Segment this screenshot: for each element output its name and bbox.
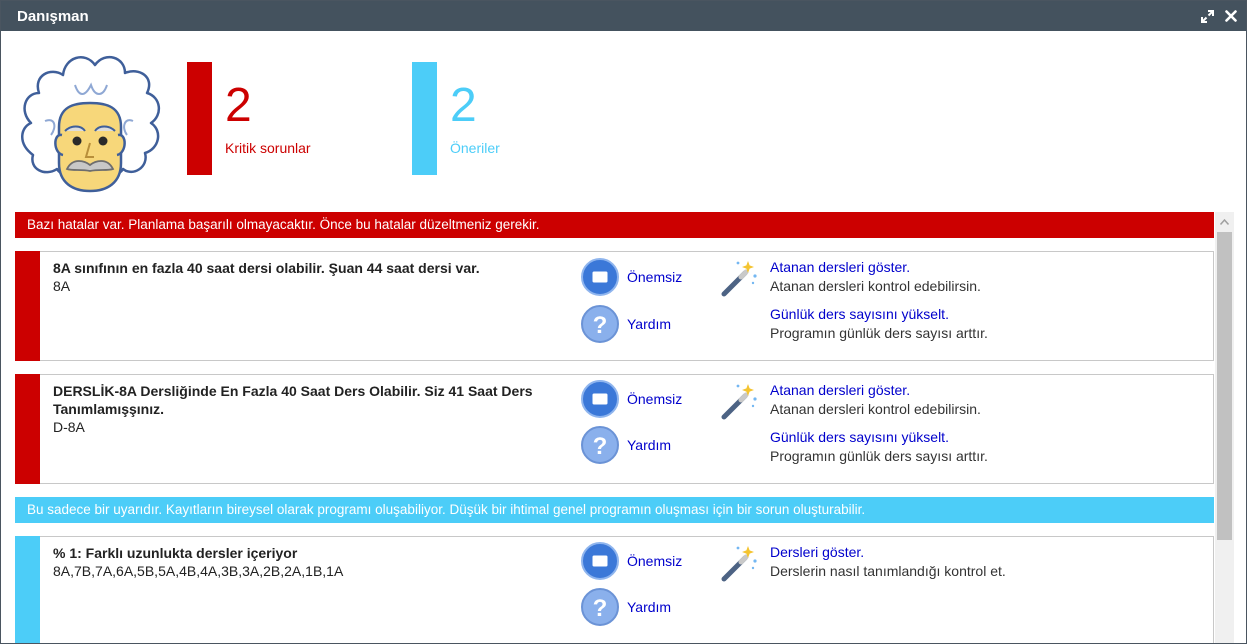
advisor-avatar bbox=[15, 45, 165, 195]
action-description: Atanan dersleri kontrol edebilirsin. bbox=[770, 401, 981, 417]
action-description: Derslerin nasıl tanımlandığı kontrol et. bbox=[770, 563, 1006, 579]
issue-title: DERSLİK-8A Dersliğinde En Fazla 40 Saat … bbox=[53, 383, 533, 417]
dismiss-icon bbox=[581, 380, 619, 418]
severity-bar bbox=[15, 251, 40, 361]
window-title: Danışman bbox=[17, 7, 89, 25]
critical-label: Kritik sorunlar bbox=[225, 140, 311, 156]
issue-detail: 8A,7B,7A,6A,5B,5A,4B,4A,3B,3A,2B,2A,1B,1… bbox=[53, 563, 344, 579]
error-banner: Bazı hatalar var. Planlama başarılı olma… bbox=[15, 212, 1214, 238]
warning-banner: Bu sadece bir uyarıdır. Kayıtların birey… bbox=[15, 497, 1214, 523]
issue-title: 8A sınıfının en fazla 40 saat dersi olab… bbox=[53, 260, 480, 276]
magic-wand-icon bbox=[718, 381, 758, 421]
issue-card: % 1: Farklı uzunlukta dersler içeriyor 8… bbox=[15, 536, 1214, 643]
help-label: Yardım bbox=[627, 316, 672, 332]
action-description: Programın günlük ders sayısı arttır. bbox=[770, 448, 988, 464]
magic-wand-icon bbox=[718, 258, 758, 298]
issue-detail: D-8A bbox=[53, 419, 85, 435]
vertical-scrollbar[interactable] bbox=[1215, 212, 1234, 643]
scroll-up-icon[interactable] bbox=[1215, 212, 1234, 231]
close-icon[interactable] bbox=[1224, 9, 1238, 23]
action-link[interactable]: Atanan dersleri göster. bbox=[770, 381, 1190, 400]
critical-bar bbox=[187, 62, 212, 175]
issue-card: 8A sınıfının en fazla 40 saat dersi olab… bbox=[15, 251, 1214, 361]
issue-title: % 1: Farklı uzunlukta dersler içeriyor bbox=[53, 545, 298, 561]
dismiss-button[interactable]: Önemsiz bbox=[581, 542, 682, 580]
dismiss-button[interactable]: Önemsiz bbox=[581, 380, 682, 418]
issue-detail: 8A bbox=[53, 278, 71, 294]
svg-text:?: ? bbox=[593, 595, 608, 620]
severity-bar bbox=[15, 374, 40, 484]
dismiss-label: Önemsiz bbox=[627, 269, 683, 285]
action-link[interactable]: Dersleri göster. bbox=[770, 543, 1190, 562]
help-button[interactable]: ? Yardım bbox=[581, 305, 671, 343]
advisor-window: Danışman 2 Kritik sorunlar 2 Öneriler Ba… bbox=[0, 0, 1247, 644]
summary-area: 2 Kritik sorunlar 2 Öneriler bbox=[1, 31, 1246, 211]
issues-content: Bazı hatalar var. Planlama başarılı olma… bbox=[15, 212, 1214, 643]
svg-text:?: ? bbox=[593, 433, 608, 458]
critical-count: 2 bbox=[225, 79, 252, 132]
expand-icon[interactable] bbox=[1200, 9, 1214, 23]
dismiss-label: Önemsiz bbox=[627, 391, 683, 407]
suggestions-label: Öneriler bbox=[450, 140, 500, 156]
action-link[interactable]: Günlük ders sayısını yükselt. bbox=[770, 428, 1190, 447]
scrollbar-thumb[interactable] bbox=[1217, 232, 1232, 540]
suggestions-bar bbox=[412, 62, 437, 175]
help-icon: ? bbox=[581, 305, 619, 343]
dismiss-button[interactable]: Önemsiz bbox=[581, 258, 682, 296]
action-link[interactable]: Atanan dersleri göster. bbox=[770, 258, 1190, 277]
svg-text:?: ? bbox=[593, 312, 608, 337]
severity-bar bbox=[15, 536, 40, 643]
title-bar: Danışman bbox=[1, 1, 1246, 31]
help-icon: ? bbox=[581, 426, 619, 464]
help-button[interactable]: ? Yardım bbox=[581, 588, 671, 626]
help-button[interactable]: ? Yardım bbox=[581, 426, 671, 464]
help-label: Yardım bbox=[627, 599, 672, 615]
issue-card: DERSLİK-8A Dersliğinde En Fazla 40 Saat … bbox=[15, 374, 1214, 484]
suggestions-count: 2 bbox=[450, 79, 477, 132]
action-description: Programın günlük ders sayısı arttır. bbox=[770, 325, 988, 341]
help-icon: ? bbox=[581, 588, 619, 626]
dismiss-icon bbox=[581, 542, 619, 580]
action-description: Atanan dersleri kontrol edebilirsin. bbox=[770, 278, 981, 294]
magic-wand-icon bbox=[718, 543, 758, 583]
action-link[interactable]: Günlük ders sayısını yükselt. bbox=[770, 305, 1190, 324]
issues-list: Bazı hatalar var. Planlama başarılı olma… bbox=[15, 212, 1234, 643]
dismiss-label: Önemsiz bbox=[627, 553, 683, 569]
dismiss-icon bbox=[581, 258, 619, 296]
help-label: Yardım bbox=[627, 437, 672, 453]
